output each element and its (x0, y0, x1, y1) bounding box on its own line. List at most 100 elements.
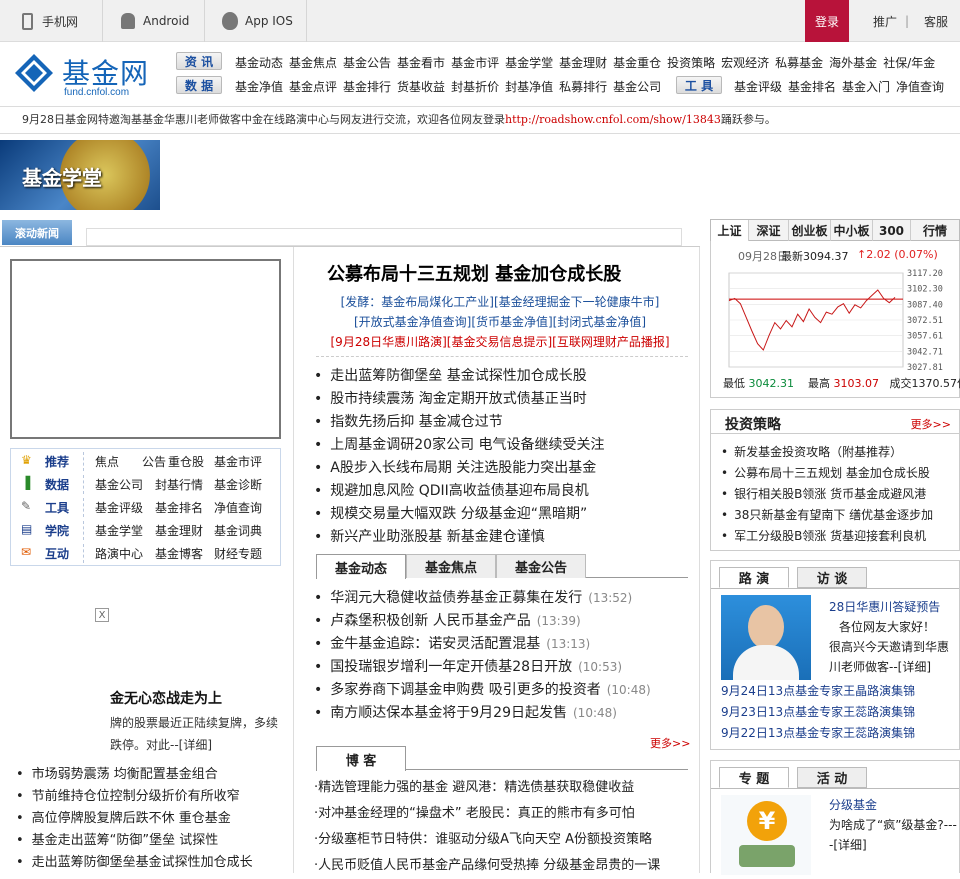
tab-fund-focus[interactable]: 基金焦点 (406, 554, 496, 578)
list-item[interactable]: ·对冲基金经理的“操盘术” 老股民：真正的熊市有多可怕 (314, 801, 660, 827)
headline-sub[interactable]: [9月28日华惠川路演][基金交易信息提示][互联网理财产品播报] (300, 333, 700, 350)
nav-link[interactable]: 基金焦点 (289, 56, 337, 70)
fund-school-banner[interactable]: 基金学堂 (0, 140, 160, 210)
tab-activity[interactable]: 活 动 (797, 767, 867, 788)
android-link[interactable]: Android (121, 0, 189, 42)
photo-slider[interactable] (10, 259, 281, 439)
nav-link[interactable]: 基金排名 (788, 80, 836, 94)
nav-link[interactable]: 封基折价 (451, 80, 499, 94)
list-item[interactable]: 卢森堡积极创新 人民币基金产品(13:39) (314, 610, 651, 633)
quick-link[interactable]: 焦点 (95, 453, 119, 470)
nav-link[interactable]: 基金净值 (235, 80, 283, 94)
quick-link[interactable]: 路演中心 (95, 545, 143, 562)
rolling-news-ticker[interactable] (86, 228, 682, 246)
quick-link[interactable]: 基金市评 (214, 453, 262, 470)
list-item[interactable]: 走出蓝筹防御堡垒基金试探性加仓成长 (16, 852, 286, 874)
ad-title[interactable]: 金无心恋战走为上 (110, 688, 222, 708)
headline-title[interactable]: 公募布局十三五规划 基金加仓成长股 (327, 260, 621, 286)
list-item[interactable]: 基金走出蓝筹“防御”堡垒 试探性 (16, 830, 286, 852)
list-item[interactable]: A股步入长线布局期 关注选股能力突出基金 (314, 457, 605, 480)
list-item[interactable]: 新发基金投资攻略（附基推荐） (721, 442, 933, 463)
headline-sub[interactable]: [发酵：基金布局煤化工产业][基金经理掘金下一轮健康牛市] (300, 293, 700, 310)
list-item[interactable]: 规模交易量大幅双跌 分级基金迎“黑暗期” (314, 503, 605, 526)
tab-roadshow[interactable]: 路 演 (719, 567, 789, 588)
list-item[interactable]: 高位停牌股复牌后跌不休 重仓基金 (16, 808, 286, 830)
list-item[interactable]: 公募布局十三五规划 基金加仓成长股 (721, 463, 933, 484)
site-logo[interactable]: 基金网 fund.cnfol.com (14, 49, 164, 99)
quick-link[interactable]: 财经专题 (214, 545, 262, 562)
login-button[interactable]: 登录 (805, 0, 849, 42)
list-item[interactable]: ·精选管理能力强的基金 避风港：精选债基获取稳健收益 (314, 775, 660, 801)
nav-link[interactable]: 封基净值 (505, 80, 553, 94)
nav-link[interactable]: 基金入门 (842, 80, 890, 94)
list-item[interactable]: 38只新基金有望南下 缮优基金逐步加 (721, 505, 933, 526)
nav-link[interactable]: 基金点评 (289, 80, 337, 94)
quick-link[interactable]: 基金词典 (214, 522, 262, 539)
nav-link[interactable]: 基金排行 (343, 80, 391, 94)
mobile-link[interactable]: 手机网 (22, 0, 78, 42)
quick-link[interactable]: 净值查询 (214, 499, 262, 516)
tab-300[interactable]: 300 (873, 220, 911, 241)
list-item[interactable]: 9月23日13点基金专家王蕊路演集锦 (721, 702, 915, 723)
nav-link[interactable]: 基金理财 (559, 56, 607, 70)
topic-text[interactable]: 分级基金 为啥成了“疯”级基金?--- -[详细] (829, 795, 957, 855)
quick-link[interactable]: 基金博客 (155, 545, 203, 562)
service-link[interactable]: 客服 (924, 0, 948, 42)
headline-sub[interactable]: [开放式基金净值查询][货币基金净值][封闭式基金净值] (300, 313, 700, 330)
tab-fund-notice[interactable]: 基金公告 (496, 554, 586, 578)
list-item[interactable]: 新兴产业助涨股基 新基金建仓谨慎 (314, 526, 605, 549)
tab-fund-dynamic[interactable]: 基金动态 (316, 554, 406, 579)
list-item[interactable]: 指数先扬后抑 基金减仓过节 (314, 411, 605, 434)
tab-shenzhen[interactable]: 深证 (749, 220, 789, 241)
guest-photo[interactable] (721, 595, 811, 680)
list-item[interactable]: 多家券商下调基金申购费 吸引更多的投资者(10:48) (314, 679, 651, 702)
tab-quotes[interactable]: 行情 (911, 220, 959, 241)
ad-close-button[interactable]: X (95, 608, 109, 622)
nav-link[interactable]: 净值查询 (896, 80, 944, 94)
list-item[interactable]: 市场弱势震荡 均衡配置基金组合 (16, 764, 286, 786)
nav-link[interactable]: 基金动态 (235, 56, 283, 70)
list-item[interactable]: 军工分级股B领涨 货基迎接套利良机 (721, 526, 933, 547)
nav-link[interactable]: 货基收益 (397, 80, 445, 94)
list-item[interactable]: 华润元大稳健收益债券基金正募集在发行(13:52) (314, 587, 651, 610)
list-item[interactable]: 节前维持仓位控制分级折价有所收窄 (16, 786, 286, 808)
quick-link[interactable]: 重仓股 (168, 453, 204, 470)
nav-link[interactable]: 私募排行 (559, 80, 607, 94)
nav-link[interactable]: 基金重仓 (613, 56, 661, 70)
list-item[interactable]: 9月24日13点基金专家王晶路演集锦 (721, 681, 915, 702)
topic-image[interactable]: ¥ (721, 795, 811, 875)
list-item[interactable]: 国投瑞银岁增利一年定开债基28日开放(10:53) (314, 656, 651, 679)
nav-link[interactable]: 海外基金 (829, 56, 877, 70)
nav-tag-tools[interactable]: 工 具 (676, 76, 722, 94)
quick-link[interactable]: 公告 (142, 453, 166, 470)
nav-link[interactable]: 社保/年金 (883, 56, 935, 70)
nav-link[interactable]: 基金评级 (734, 80, 782, 94)
list-item[interactable]: 上周基金调研20家公司 电气设备继续受关注 (314, 434, 605, 457)
tab-sme[interactable]: 中小板 (831, 220, 873, 241)
list-item[interactable]: ·人民币贬值人民币基金产品缘何受热捧 分级基金昂贵的一课 (314, 853, 660, 879)
quick-link[interactable]: 基金诊断 (214, 476, 262, 493)
tab-gem[interactable]: 创业板 (789, 220, 831, 241)
ad-text[interactable]: 牌的股票最近正陆续复牌，多续跌停。对此--[详细] (110, 712, 285, 756)
tab-blog[interactable]: 博 客 (316, 746, 406, 771)
list-item[interactable]: 金牛基金追踪：诺安灵活配置混基(13:13) (314, 633, 651, 656)
list-item[interactable]: 走出蓝筹防御堡垒 基金试探性加仓成长股 (314, 365, 605, 388)
nav-tag-news[interactable]: 资 讯 (176, 52, 222, 70)
roadshow-caption[interactable]: 28日华惠川答疑预告 各位网友大家好！ 很高兴今天邀请到华惠 川老师做客--[详… (829, 597, 949, 677)
quick-link[interactable]: 基金排名 (155, 499, 203, 516)
nav-link[interactable]: 基金公司 (613, 80, 661, 94)
nav-link[interactable]: 投资策略 (667, 56, 715, 70)
quick-link[interactable]: 基金理财 (155, 522, 203, 539)
list-item[interactable]: 南方顺达保本基金将于9月29日起发售(10:48) (314, 702, 651, 725)
quick-link[interactable]: 基金学堂 (95, 522, 143, 539)
list-item[interactable]: 规避加息风险 QDII高收益债基迎布局良机 (314, 480, 605, 503)
nav-link[interactable]: 基金公告 (343, 56, 391, 70)
quick-link[interactable]: 基金评级 (95, 499, 143, 516)
nav-link[interactable]: 私募基金 (775, 56, 823, 70)
notice-link[interactable]: http://roadshow.cnfol.com/show/13843 (505, 113, 721, 126)
nav-link[interactable]: 基金学堂 (505, 56, 553, 70)
ios-link[interactable]: App IOS (222, 0, 293, 42)
promote-link[interactable]: 推广 (873, 0, 897, 42)
tab-topic[interactable]: 专 题 (719, 767, 789, 788)
more-link[interactable]: 更多>> (911, 416, 951, 432)
